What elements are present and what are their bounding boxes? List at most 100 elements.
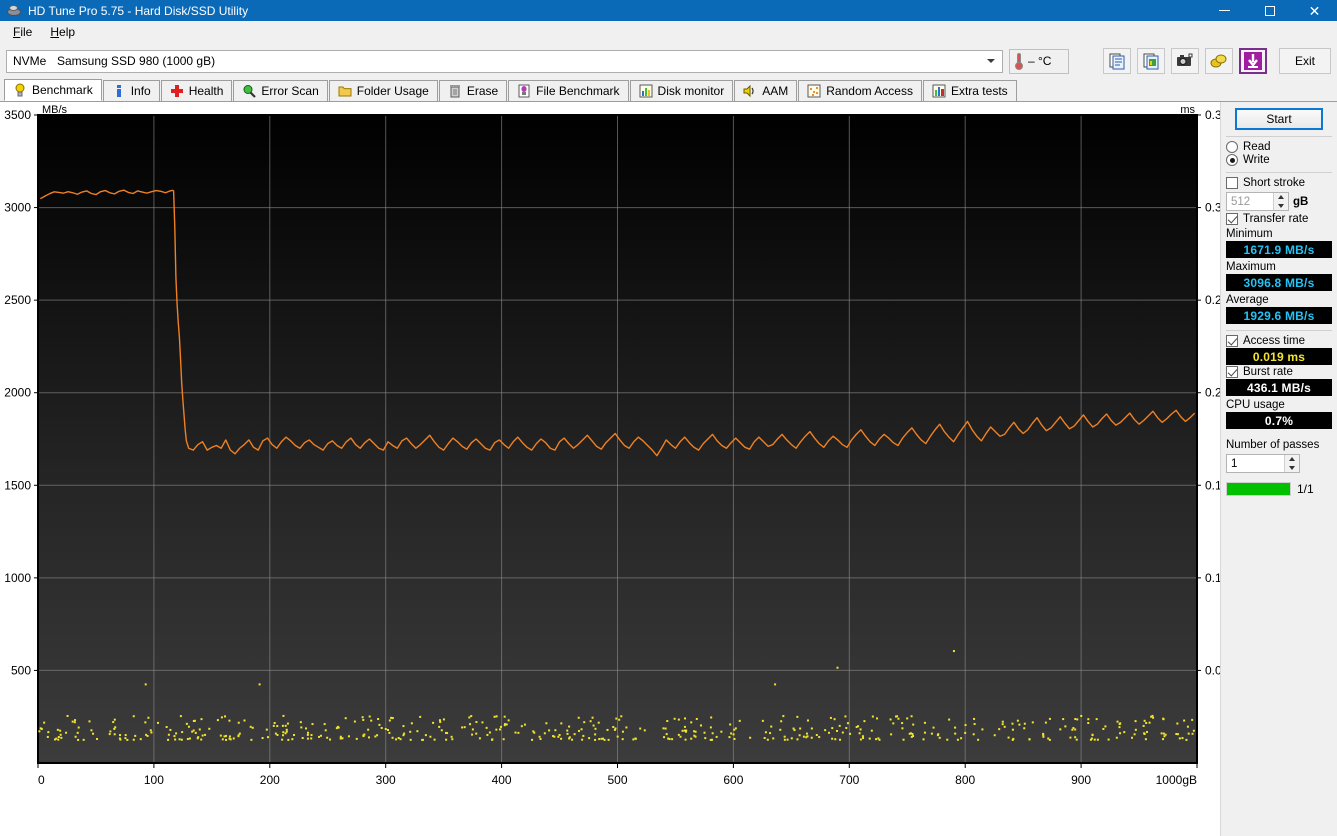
maximize-button[interactable]: [1247, 0, 1292, 21]
window-controls: ✕: [1202, 0, 1337, 21]
close-icon: ✕: [1308, 2, 1321, 19]
temperature-display: – °C: [1009, 48, 1069, 74]
tab-random-access[interactable]: Random Access: [798, 80, 922, 101]
cpu-usage-label: CPU usage: [1226, 399, 1285, 411]
file-bench-icon: [517, 84, 531, 98]
menu-item-help[interactable]: Help: [41, 23, 84, 41]
minimize-button[interactable]: [1202, 0, 1247, 21]
burst-rate-checkbox: [1226, 366, 1238, 378]
tab-aam[interactable]: AAM: [734, 80, 798, 101]
svg-text:2000: 2000: [4, 386, 31, 400]
tab-erase[interactable]: Erase: [438, 80, 508, 101]
drive-select[interactable]: NVMe Samsung SSD 980 (1000 gB): [6, 49, 1003, 73]
tab-folder-usage[interactable]: Folder Usage: [328, 80, 438, 101]
radio-write-label: Write: [1243, 154, 1270, 166]
svg-text:0.20: 0.20: [1205, 386, 1220, 400]
title-bar: HD Tune Pro 5.75 - Hard Disk/SSD Utility…: [0, 0, 1337, 21]
access-time-value: 0.019 ms: [1226, 348, 1332, 365]
menu-item-file-rest: ile: [20, 24, 33, 39]
spinner-down[interactable]: [1274, 201, 1288, 210]
passes-spinner[interactable]: [1284, 455, 1299, 472]
progress-row: 1/1: [1226, 482, 1332, 496]
temperature-value: – °C: [1028, 54, 1052, 68]
divider: [1226, 330, 1332, 331]
spinner-up[interactable]: [1274, 193, 1288, 202]
divider: [1226, 136, 1332, 137]
svg-text:0.15: 0.15: [1205, 478, 1220, 492]
spinner-down[interactable]: [1285, 463, 1299, 472]
folder-icon: [338, 84, 352, 98]
thermometer-icon: [1014, 52, 1024, 70]
hard-disk-icon: [6, 3, 22, 19]
checkbox-burst-rate[interactable]: Burst rate: [1226, 366, 1332, 378]
screenshot-camera-icon[interactable]: [1171, 48, 1199, 74]
window-title: HD Tune Pro 5.75 - Hard Disk/SSD Utility: [28, 3, 249, 18]
maximum-value: 3096.8 MB/s: [1226, 274, 1332, 291]
svg-text:400: 400: [492, 773, 512, 787]
close-button[interactable]: ✕: [1292, 0, 1337, 21]
exit-button[interactable]: Exit: [1279, 48, 1331, 74]
tab-label: Disk monitor: [657, 84, 725, 98]
tab-file-benchmark[interactable]: File Benchmark: [508, 80, 629, 101]
tab-benchmark[interactable]: Benchmark: [4, 79, 102, 101]
checkbox-access-time[interactable]: Access time: [1226, 335, 1332, 347]
tab-extra-tests[interactable]: Extra tests: [922, 80, 1017, 101]
burst-rate-label: Burst rate: [1243, 366, 1293, 378]
radio-read[interactable]: Read: [1226, 141, 1332, 153]
spinner-up[interactable]: [1285, 455, 1299, 464]
tab-label: Health: [188, 84, 224, 98]
tab-bar: Benchmark Info Health Error Scan Folder …: [0, 79, 1337, 102]
radio-write-indicator: [1226, 154, 1238, 166]
trash-icon: [448, 84, 462, 98]
svg-text:200: 200: [260, 773, 280, 787]
short-stroke-value: 512: [1231, 195, 1251, 208]
extra-chart-icon: [932, 84, 946, 98]
drive-interface: NVMe: [13, 54, 47, 68]
svg-text:1500: 1500: [4, 478, 31, 492]
cpu-usage-value: 0.7%: [1226, 412, 1332, 429]
chevron-down-icon[interactable]: [980, 52, 1001, 71]
divider: [1226, 172, 1332, 173]
svg-text:0.35: 0.35: [1205, 108, 1220, 122]
scatter-dots-icon: [807, 84, 821, 98]
copy-image-icon[interactable]: [1137, 48, 1165, 74]
magnifier-icon: [242, 84, 257, 98]
short-stroke-input[interactable]: 512: [1226, 192, 1289, 211]
passes-input[interactable]: 1: [1226, 454, 1300, 473]
svg-text:600: 600: [723, 773, 743, 787]
progress-text: 1/1: [1297, 482, 1314, 496]
tab-label: Info: [130, 84, 151, 98]
gold-coins-icon[interactable]: [1205, 48, 1233, 74]
tab-health[interactable]: Health: [160, 80, 233, 101]
speaker-icon: [743, 84, 757, 98]
short-stroke-unit: gB: [1293, 195, 1309, 208]
copy-icon[interactable]: [1103, 48, 1131, 74]
transfer-rate-checkbox: [1226, 213, 1238, 225]
tab-label: File Benchmark: [536, 84, 620, 98]
svg-text:500: 500: [607, 773, 627, 787]
checkbox-transfer-rate[interactable]: Transfer rate: [1226, 213, 1332, 225]
lightbulb-icon: [13, 83, 27, 97]
tab-error-scan[interactable]: Error Scan: [233, 80, 328, 101]
download-arrow-icon[interactable]: [1239, 48, 1267, 74]
menu-item-file[interactable]: File: [4, 23, 41, 41]
svg-text:3500: 3500: [4, 108, 31, 122]
radio-write[interactable]: Write: [1226, 154, 1332, 166]
svg-text:1000: 1000: [4, 571, 31, 585]
short-stroke-checkbox: [1226, 177, 1238, 189]
svg-text:0.30: 0.30: [1205, 201, 1220, 215]
svg-text:300: 300: [376, 773, 396, 787]
svg-text:2500: 2500: [4, 293, 31, 307]
tab-info[interactable]: Info: [102, 80, 160, 101]
menu-bar: File Help: [0, 21, 1337, 42]
tab-disk-monitor[interactable]: Disk monitor: [629, 80, 734, 101]
start-button[interactable]: Start: [1235, 108, 1323, 130]
svg-text:100: 100: [144, 773, 164, 787]
maximum-label: Maximum: [1226, 261, 1276, 273]
radio-read-label: Read: [1243, 141, 1271, 153]
average-label: Average: [1226, 294, 1269, 306]
short-stroke-spinner[interactable]: [1273, 193, 1288, 210]
svg-text:3000: 3000: [4, 201, 31, 215]
progress-bar: [1226, 482, 1291, 496]
checkbox-short-stroke[interactable]: Short stroke: [1226, 177, 1332, 189]
